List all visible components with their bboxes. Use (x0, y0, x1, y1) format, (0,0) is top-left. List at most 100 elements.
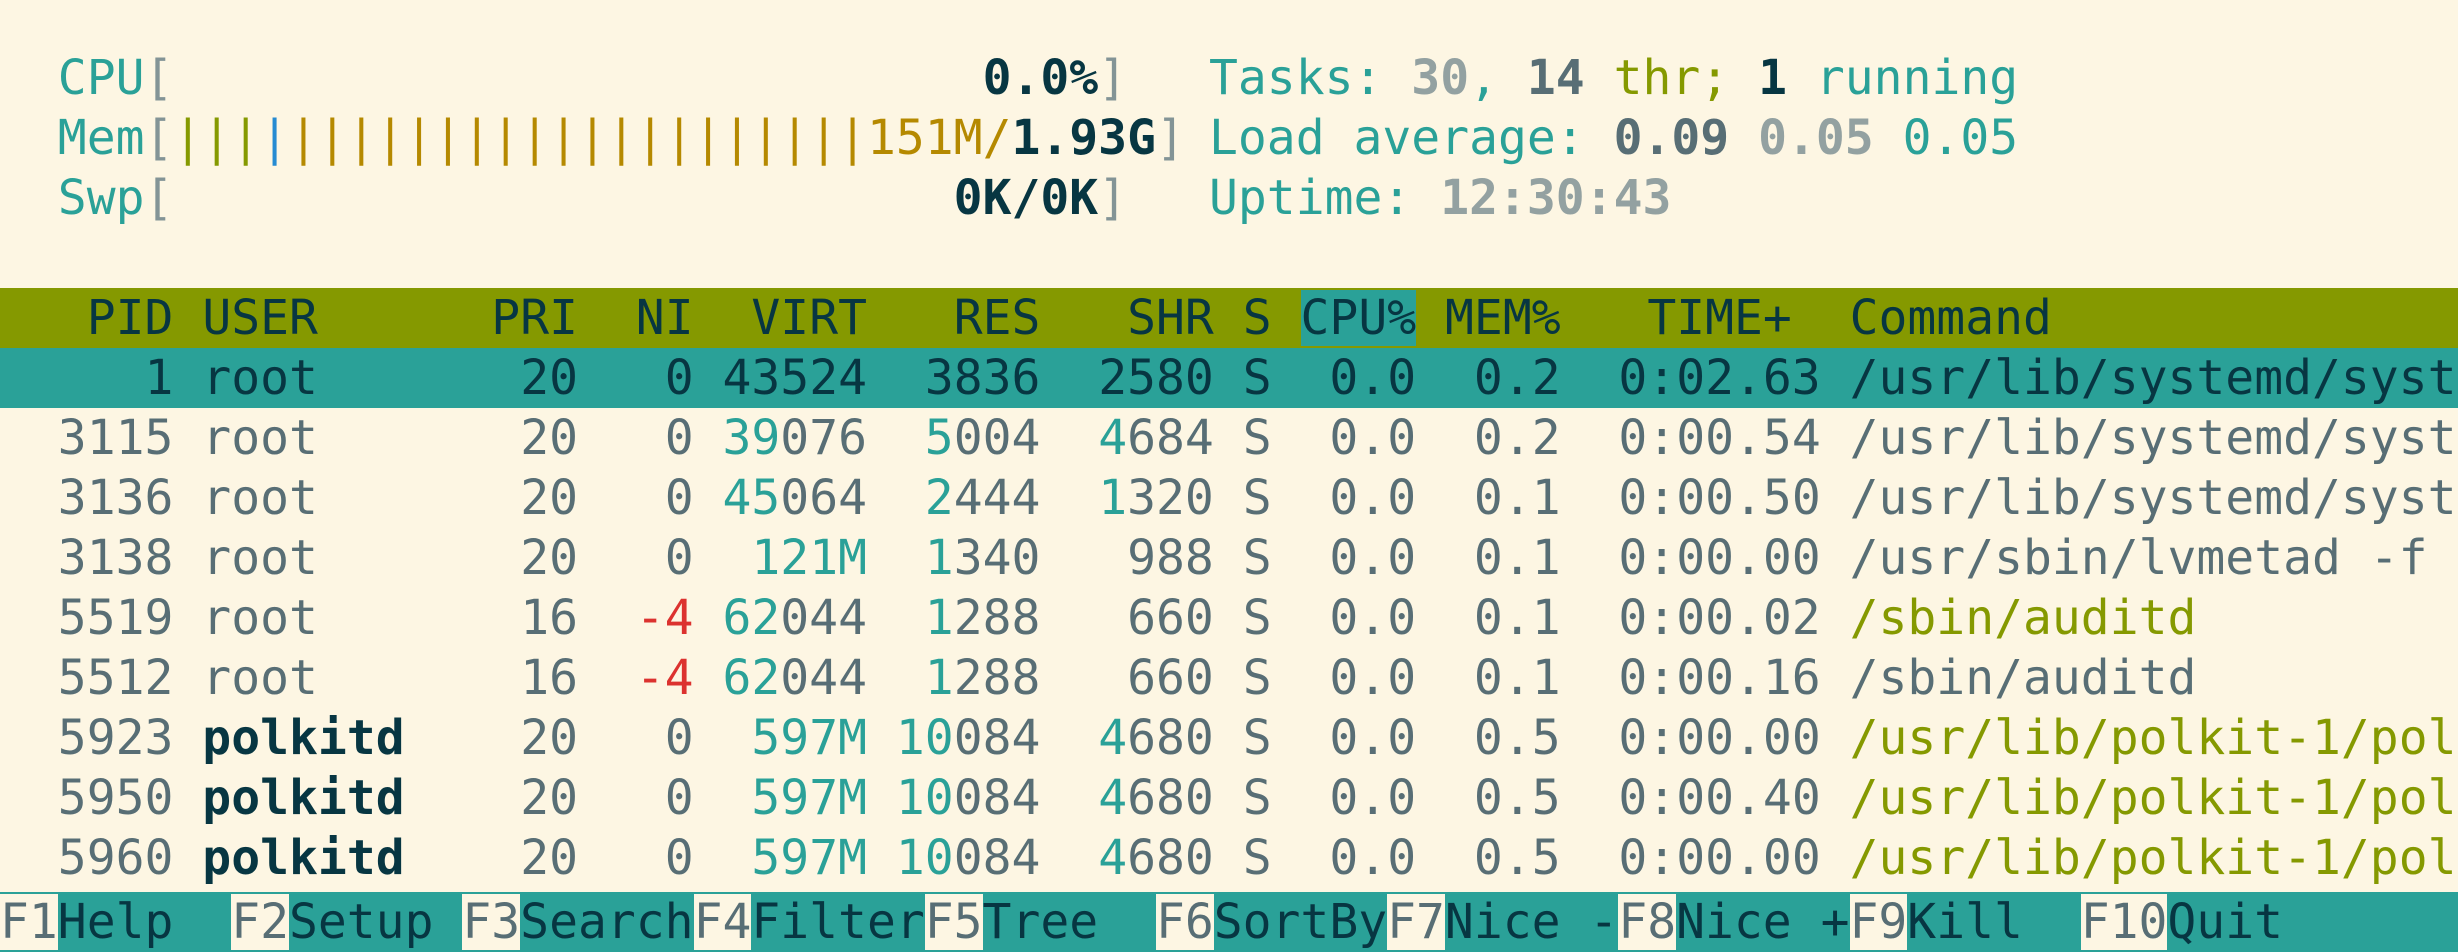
load-1min: 0.09 (1613, 110, 1730, 166)
threads-count: 14 (1526, 50, 1585, 106)
process-row[interactable]: 5923 polkitd 20 0 597M 10084 4680 S 0.0 … (0, 708, 2457, 768)
process-row[interactable]: 3115 root 20 0 39076 5004 4684 S 0.0 0.2… (0, 408, 2457, 468)
process-mem: 0.1 (1473, 590, 1561, 646)
process-pri: 20 (520, 470, 578, 526)
process-command: /sbin/auditd (1849, 590, 2197, 646)
uptime-value: 12:30:43 (1440, 170, 1672, 226)
process-pid: 5923 (57, 710, 174, 766)
process-command: /usr/lib/systemd/syst (1849, 410, 2457, 466)
mem-bar-used: ||| (173, 110, 261, 166)
process-command: /usr/lib/systemd/syst (1849, 470, 2457, 526)
fkey-10-label[interactable]: Quit (2167, 894, 2456, 950)
process-row[interactable]: 5512 root 16 -4 62044 1288 660 S 0.0 0.1… (0, 648, 2197, 708)
process-command: /sbin/auditd (1849, 650, 2197, 706)
process-virt: 597M (751, 710, 867, 766)
col-virt[interactable]: VIRT (751, 290, 867, 346)
process-user: root (202, 470, 318, 526)
process-pri: 16 (520, 590, 578, 646)
col-time[interactable]: TIME+ (1647, 290, 1792, 346)
process-virt: 121M (751, 530, 867, 586)
col-shr[interactable]: SHR (1127, 290, 1214, 346)
process-mem: 0.1 (1473, 530, 1561, 586)
process-row[interactable]: 1 root 20 0 43524 3836 2580 S 0.0 0.2 0:… (0, 348, 2458, 408)
process-cpu: 0.0 (1329, 470, 1417, 526)
process-mem: 0.1 (1473, 470, 1561, 526)
process-row[interactable]: 3138 root 20 0 121M 1340 988 S 0.0 0.1 0… (0, 528, 2428, 588)
fkey-9-label[interactable]: Kill (1907, 894, 2080, 950)
process-time: 0:00.50 (1618, 470, 1821, 526)
fkey-8-label[interactable]: Nice + (1676, 894, 1849, 950)
col-pri[interactable]: PRI (491, 290, 578, 346)
process-ni: -4 (635, 650, 694, 706)
col-ni[interactable]: NI (636, 290, 694, 346)
fkey-7-key[interactable]: F7 (1387, 894, 1445, 950)
mem-meter: Mem[||||||||||||||||||||||||151M/1.93G] (57, 110, 1185, 166)
uptime-stat: Uptime: 12:30:43 (1209, 168, 1671, 228)
process-ni: 0 (664, 470, 694, 526)
process-shr: 4684 (1098, 410, 1214, 466)
process-shr: 660 (1127, 650, 1214, 706)
function-key-bar: F1Help F2Setup F3SearchF4FilterF5Tree F6… (0, 892, 2458, 952)
col-pid[interactable]: PID (87, 290, 174, 346)
process-pid: 3136 (57, 470, 174, 526)
process-time: 0:00.02 (1618, 590, 1821, 646)
process-state: S (1242, 590, 1272, 646)
col-state[interactable]: S (1243, 290, 1272, 346)
process-row[interactable]: 5960 polkitd 20 0 597M 10084 4680 S 0.0 … (0, 828, 2457, 888)
fkey-4-label[interactable]: Filter (751, 894, 924, 950)
process-shr: 4680 (1098, 770, 1214, 826)
fkey-6-key[interactable]: F6 (1155, 894, 1214, 950)
fkey-8-key[interactable]: F8 (1618, 894, 1677, 950)
col-res[interactable]: RES (954, 290, 1041, 346)
process-ni: 0 (664, 410, 694, 466)
col-cpu-sorted[interactable]: CPU% (1300, 290, 1417, 346)
fkey-6-label[interactable]: SortBy (1214, 894, 1387, 950)
process-time: 0:00.00 (1618, 830, 1821, 886)
process-virt: 62044 (722, 650, 867, 706)
process-state: S (1242, 770, 1272, 826)
fkey-3-label[interactable]: Search (520, 894, 693, 950)
process-time: 0:00.54 (1618, 410, 1821, 466)
col-command[interactable]: Command (1850, 290, 2052, 346)
process-res: 10084 (895, 830, 1041, 886)
process-time: 0:00.40 (1618, 770, 1821, 826)
fkey-3-key[interactable]: F3 (462, 894, 521, 950)
process-time: 0:00.00 (1618, 530, 1821, 586)
fkey-2-label[interactable]: Setup (289, 894, 462, 950)
fkey-5-key[interactable]: F5 (924, 894, 983, 950)
process-virt: 43524 (722, 350, 868, 406)
process-row[interactable]: 5950 polkitd 20 0 597M 10084 4680 S 0.0 … (0, 768, 2457, 828)
process-state: S (1242, 650, 1272, 706)
process-pri: 20 (520, 770, 578, 826)
swp-meter-label: Swp (57, 170, 145, 226)
mem-meter-used: 151M/ (866, 110, 1012, 166)
process-pid: 5950 (57, 770, 174, 826)
tasks-sep: , (1469, 50, 1527, 106)
fkey-2-key[interactable]: F2 (231, 894, 289, 950)
fkey-7-label[interactable]: Nice - (1445, 894, 1618, 950)
swp-meter: Swp[ 0K/0K] (57, 170, 1128, 226)
fkey-9-key[interactable]: F9 (1849, 894, 1908, 950)
process-row[interactable]: 5519 root 16 -4 62044 1288 660 S 0.0 0.1… (0, 588, 2197, 648)
col-user[interactable]: USER (202, 290, 318, 346)
process-virt: 597M (751, 830, 867, 886)
running-count: 1 (1758, 50, 1787, 106)
process-virt: 62044 (722, 590, 867, 646)
process-pri: 20 (520, 530, 578, 586)
process-res: 3836 (924, 350, 1041, 406)
mem-bar-buffers: | (260, 110, 290, 166)
fkey-10-key[interactable]: F10 (2080, 894, 2168, 950)
process-pid: 5512 (57, 650, 174, 706)
fkey-1-label[interactable]: Help (58, 894, 231, 950)
cpu-meter-label: CPU (57, 50, 145, 106)
col-mem[interactable]: MEM% (1445, 290, 1561, 346)
fkey-1-key[interactable]: F1 (0, 894, 58, 950)
uptime-label: Uptime: (1209, 170, 1441, 226)
process-row[interactable]: 3136 root 20 0 45064 2444 1320 S 0.0 0.1… (0, 468, 2457, 528)
fkey-5-label[interactable]: Tree (983, 894, 1156, 950)
process-table-header[interactable]: PID USER PRI NI VIRT RES SHR S CPU% MEM%… (0, 288, 2458, 348)
process-mem: 0.5 (1473, 770, 1561, 826)
process-command: /usr/lib/polkit-1/pol (1849, 830, 2457, 886)
fkey-4-key[interactable]: F4 (693, 894, 752, 950)
process-pri: 16 (520, 650, 578, 706)
